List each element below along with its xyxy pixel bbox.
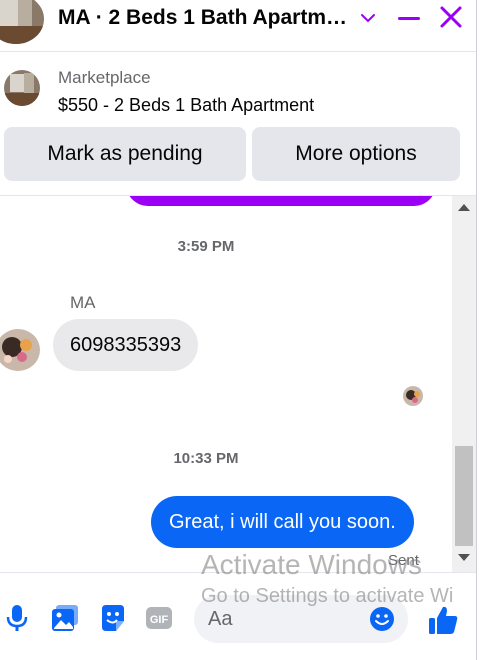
chat-header: MA · 2 Beds 1 Bath Apartm… xyxy=(0,0,476,52)
minimize-icon[interactable] xyxy=(396,6,422,30)
mark-as-pending-button[interactable]: Mark as pending xyxy=(4,127,246,181)
marketplace-listing-card: Marketplace $550 - 2 Beds 1 Bath Apartme… xyxy=(0,60,476,196)
scroll-thumb[interactable] xyxy=(455,446,473,546)
sticker-icon[interactable] xyxy=(98,603,128,633)
read-receipt-avatar xyxy=(403,386,423,406)
photo-icon[interactable] xyxy=(50,603,80,633)
window-edge xyxy=(476,0,483,660)
message-scrollbar[interactable] xyxy=(452,196,476,572)
listing-thumbnail[interactable] xyxy=(4,70,40,106)
close-icon[interactable] xyxy=(438,4,464,30)
listing-title[interactable]: $550 - 2 Beds 1 Bath Apartment xyxy=(58,95,314,116)
gif-icon[interactable]: GIF xyxy=(144,603,174,633)
listing-source-label: Marketplace xyxy=(58,68,151,87)
sender-avatar[interactable] xyxy=(0,329,40,371)
emoji-icon[interactable] xyxy=(368,605,396,633)
outgoing-message-bubble[interactable]: Great, i will call you soon. xyxy=(151,496,414,548)
message-thread[interactable]: 3:59 PM MA 6098335393 10:33 PM Great, i … xyxy=(0,196,452,572)
sender-name: MA xyxy=(70,293,96,312)
scroll-down-arrow-icon[interactable] xyxy=(458,554,470,561)
svg-text:GIF: GIF xyxy=(150,614,169,626)
incoming-message-bubble[interactable]: 6098335393 xyxy=(53,319,199,371)
sent-status: Sent xyxy=(388,552,419,569)
message-composer: GIF xyxy=(0,572,476,660)
message-timestamp: 10:33 PM xyxy=(173,450,239,467)
microphone-icon[interactable] xyxy=(2,603,32,633)
scroll-up-arrow-icon[interactable] xyxy=(458,204,470,211)
contact-avatar[interactable] xyxy=(0,0,44,44)
like-icon[interactable] xyxy=(426,603,460,637)
previous-message-bubble xyxy=(126,196,436,206)
message-timestamp: 3:59 PM xyxy=(177,238,235,255)
more-options-button[interactable]: More options xyxy=(252,127,460,181)
chevron-down-icon[interactable] xyxy=(358,8,378,28)
chat-title[interactable]: MA · 2 Beds 1 Bath Apartm… xyxy=(58,6,350,30)
